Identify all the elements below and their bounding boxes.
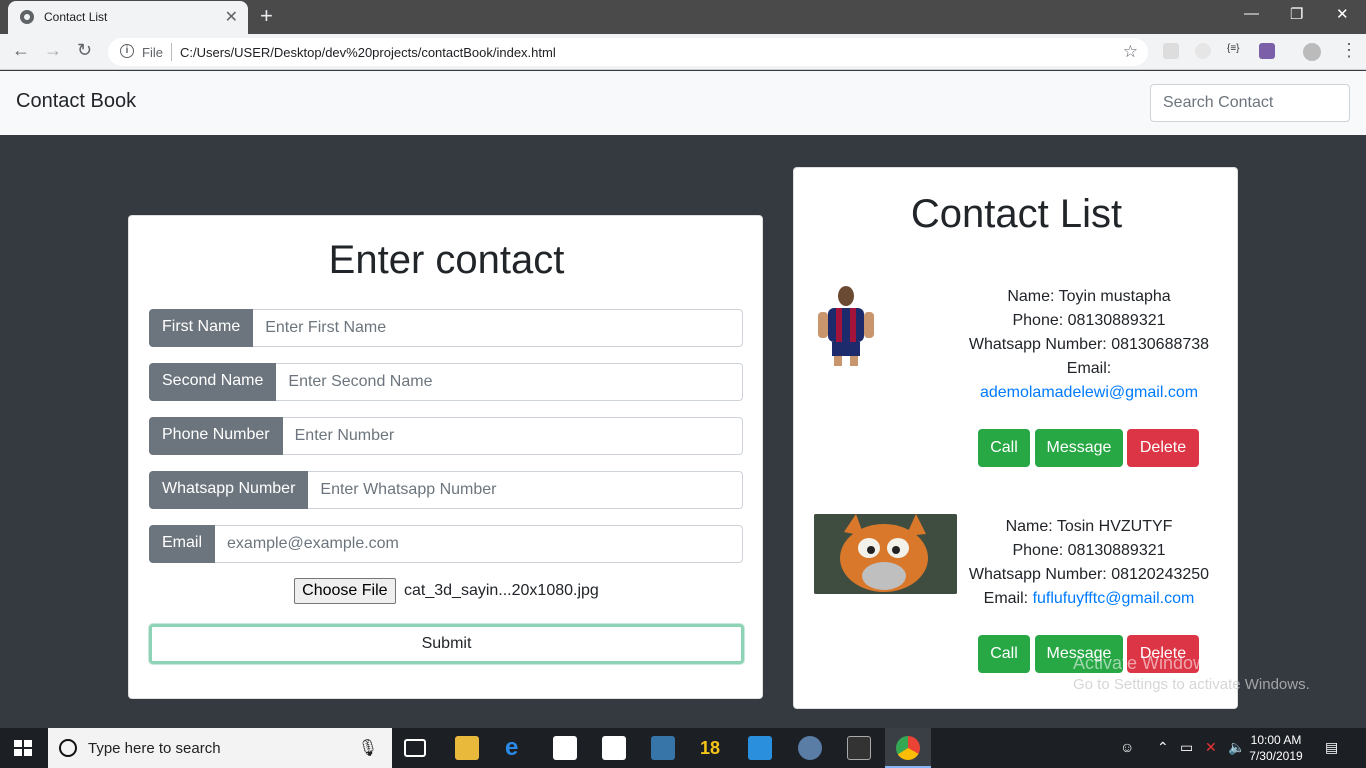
contact-list-card: Contact List Name: Toyin mustapha Phone:… bbox=[793, 167, 1238, 709]
contact-info: Name: Tosin HVZUTYF Phone: 08130889321 W… bbox=[964, 515, 1214, 611]
postgres-icon[interactable] bbox=[798, 736, 822, 760]
whatsapp-number-group: Whatsapp Number bbox=[149, 471, 743, 509]
address-bar[interactable]: i File C:/Users/USER/Desktop/dev%20proje… bbox=[108, 38, 1148, 66]
browser-tab-bar: Contact List ✕ + — ❐ ✕ bbox=[0, 0, 1366, 34]
second-name-group: Second Name bbox=[149, 363, 743, 401]
minimize-button[interactable]: — bbox=[1244, 5, 1259, 22]
contact-email-link[interactable]: fuflufuyfftc@gmail.com bbox=[1033, 590, 1195, 607]
back-arrow-icon[interactable]: ← bbox=[12, 40, 30, 61]
reload-icon[interactable]: ↻ bbox=[77, 40, 92, 61]
taskbar-search-text: Type here to search bbox=[88, 740, 221, 757]
whatsapp-number-label: Whatsapp Number bbox=[149, 471, 309, 509]
globe-icon bbox=[20, 10, 34, 24]
contact-phone: Phone: 08130889321 bbox=[1012, 312, 1166, 329]
enter-contact-card: Enter contact First Name Second Name Pho… bbox=[128, 215, 763, 699]
contact-email-label: Email: bbox=[983, 590, 1029, 607]
contact-phone: Phone: 08130889321 bbox=[1012, 542, 1166, 559]
delete-button[interactable]: Delete bbox=[1127, 429, 1199, 467]
email-input[interactable] bbox=[215, 525, 743, 563]
browser-tab[interactable]: Contact List ✕ bbox=[8, 1, 248, 34]
cortana-icon bbox=[59, 739, 77, 757]
contact-email-label: Email: bbox=[1066, 360, 1112, 377]
activation-watermark: Activate Windows Go to Settings to activ… bbox=[1073, 652, 1310, 696]
form-heading: Enter contact bbox=[328, 238, 565, 282]
info-icon[interactable]: i bbox=[120, 44, 134, 58]
extension-icon[interactable] bbox=[1163, 43, 1179, 59]
watermark-title: Activate Windows bbox=[1073, 653, 1216, 673]
contact-name: Name: Tosin HVZUTYF bbox=[1005, 518, 1173, 535]
email-group: Email bbox=[149, 525, 743, 563]
window-close-button[interactable]: ✕ bbox=[1336, 5, 1349, 23]
restore-button[interactable]: ❐ bbox=[1290, 5, 1303, 23]
file-explorer-icon[interactable] bbox=[455, 736, 479, 760]
url-text[interactable]: C:/Users/USER/Desktop/dev%20projects/con… bbox=[180, 45, 556, 60]
list-heading: Contact List bbox=[910, 192, 1123, 236]
email-label: Email bbox=[149, 525, 216, 563]
tab-title: Contact List bbox=[44, 10, 108, 24]
contact-email-link[interactable]: ademolamadelewi@gmail.com bbox=[980, 384, 1198, 401]
menu-dots-icon[interactable]: ⋮ bbox=[1340, 40, 1358, 61]
clock-time: 10:00 AM bbox=[1250, 733, 1302, 747]
notification-icon[interactable]: ▤ bbox=[1325, 739, 1338, 756]
bookmark-star-icon[interactable]: ☆ bbox=[1123, 42, 1138, 62]
app-navbar: Contact Book bbox=[0, 71, 1366, 135]
file-name: cat_3d_sayin...20x1080.jpg bbox=[404, 582, 599, 599]
second-name-input[interactable] bbox=[276, 363, 743, 401]
first-name-label: First Name bbox=[149, 309, 254, 347]
json-extension-icon[interactable]: {≡} bbox=[1227, 43, 1243, 59]
first-name-input[interactable] bbox=[253, 309, 743, 347]
contact-whatsapp: Whatsapp Number: 08120243250 bbox=[968, 566, 1210, 583]
vscode-icon[interactable] bbox=[748, 736, 772, 760]
url-scheme: File bbox=[142, 45, 163, 60]
phone-number-label: Phone Number bbox=[149, 417, 283, 455]
network-icon[interactable]: ✕ bbox=[1205, 739, 1217, 756]
windows-start-icon[interactable] bbox=[14, 740, 32, 756]
people-icon[interactable]: ☺ bbox=[1120, 739, 1134, 755]
choose-file-button[interactable]: Choose File bbox=[294, 578, 396, 604]
task-view-icon[interactable] bbox=[404, 739, 426, 757]
tab-close-icon[interactable]: ✕ bbox=[225, 7, 238, 27]
contact-whatsapp: Whatsapp Number: 08130688738 bbox=[968, 336, 1210, 353]
contact-avatar bbox=[818, 286, 874, 366]
contact-info: Name: Toyin mustapha Phone: 08130889321 … bbox=[964, 285, 1214, 405]
phone-number-group: Phone Number bbox=[149, 417, 743, 455]
store-icon[interactable] bbox=[553, 736, 577, 760]
chevron-up-icon[interactable]: ⌃ bbox=[1157, 739, 1169, 756]
battery-icon[interactable]: ▭ bbox=[1180, 739, 1193, 756]
watermark-subtitle: Go to Settings to activate Windows. bbox=[1073, 676, 1310, 693]
edge-icon[interactable]: e bbox=[505, 736, 529, 760]
clock-date: 7/30/2019 bbox=[1249, 749, 1303, 763]
message-button[interactable]: Message bbox=[1035, 429, 1123, 467]
brand-title[interactable]: Contact Book bbox=[16, 90, 136, 113]
mail-icon[interactable] bbox=[602, 736, 626, 760]
taskbar-search[interactable]: Type here to search 🎙 bbox=[48, 728, 392, 768]
url-divider bbox=[171, 43, 172, 61]
submit-button[interactable]: Submit bbox=[149, 624, 744, 664]
taskbar: Type here to search 🎙 e 18 ☺ ⌃ ▭ ✕ 🔈 10:… bbox=[0, 728, 1366, 768]
badge-app-icon[interactable]: 18 bbox=[700, 736, 724, 760]
chrome-icon bbox=[896, 736, 920, 760]
first-name-group: First Name bbox=[149, 309, 743, 347]
browser-toolbar: ← → ↻ i File C:/Users/USER/Desktop/dev%2… bbox=[0, 34, 1366, 70]
second-name-label: Second Name bbox=[149, 363, 277, 401]
github-extension-icon[interactable] bbox=[1259, 43, 1275, 59]
volume-icon[interactable]: 🔈 bbox=[1228, 739, 1245, 756]
forward-arrow-icon[interactable]: → bbox=[44, 40, 62, 61]
profile-avatar-icon[interactable] bbox=[1303, 43, 1321, 61]
extension-icon[interactable] bbox=[1195, 43, 1211, 59]
clock[interactable]: 10:00 AM 7/30/2019 bbox=[1246, 732, 1306, 764]
whatsapp-number-input[interactable] bbox=[308, 471, 743, 509]
contact-name: Name: Toyin mustapha bbox=[1007, 288, 1171, 305]
call-button[interactable]: Call bbox=[978, 429, 1030, 467]
call-button[interactable]: Call bbox=[978, 635, 1030, 673]
python-icon[interactable] bbox=[651, 736, 675, 760]
mysql-icon[interactable] bbox=[847, 736, 871, 760]
microphone-icon[interactable]: 🎙 bbox=[358, 738, 378, 758]
phone-number-input[interactable] bbox=[282, 417, 743, 455]
file-input-row: Choose File cat_3d_sayin...20x1080.jpg bbox=[129, 578, 764, 604]
search-input[interactable] bbox=[1150, 84, 1350, 122]
contact-avatar bbox=[814, 514, 957, 594]
new-tab-button[interactable]: + bbox=[260, 3, 273, 29]
